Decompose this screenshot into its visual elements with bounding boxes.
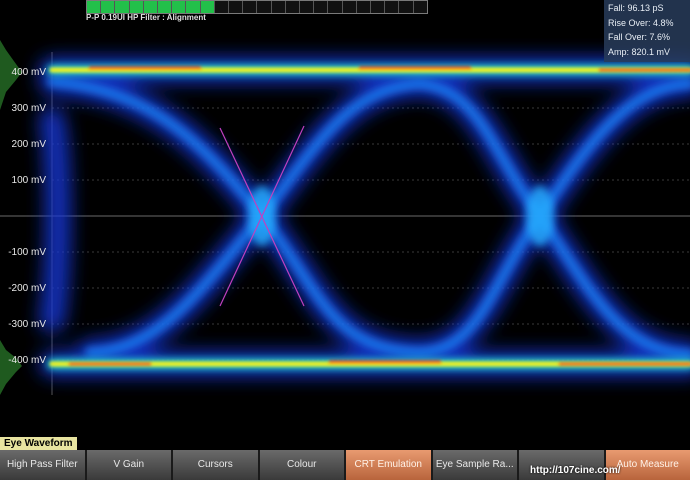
softkey-colour[interactable]: Colour <box>259 450 346 480</box>
measurement-panel: Fall: 96.13 pS Rise Over: 4.8% Fall Over… <box>604 0 690 62</box>
histogram <box>0 40 22 395</box>
y-axis-label: -200 mV <box>8 283 46 294</box>
y-axis-label: -300 mV <box>8 319 46 330</box>
y-axis-label: -100 mV <box>8 247 46 258</box>
y-axis-label: 300 mV <box>11 103 46 114</box>
softkey-high-pass-filter[interactable]: High Pass Filter <box>0 450 87 480</box>
softkey-crt-emulation[interactable]: CRT Emulation <box>346 450 433 480</box>
amplitude-readout: Amp: 820.1 mV <box>608 46 671 57</box>
softkey-cursors[interactable]: Cursors <box>173 450 260 480</box>
status-line: P-P 0.19UI HP Filter : Alignment <box>86 13 206 22</box>
softkey-eye-sample-rate[interactable]: Eye Sample Ra... <box>432 450 519 480</box>
alignment-meter <box>86 0 428 14</box>
waveform-label: Eye Waveform <box>0 437 77 450</box>
y-axis-label: 400 mV <box>11 67 46 78</box>
y-axis-label: 100 mV <box>11 175 46 186</box>
fall-overshoot-readout: Fall Over: 7.6% <box>608 32 671 42</box>
eye-diagram-display <box>0 40 690 395</box>
softkey-v-gain[interactable]: V Gain <box>86 450 173 480</box>
y-axis-label: -400 mV <box>8 355 46 366</box>
fall-time-readout: Fall: 96.13 pS <box>608 3 664 13</box>
rise-overshoot-readout: Rise Over: 4.8% <box>608 17 674 28</box>
y-axis-label: 200 mV <box>11 139 46 150</box>
watermark: http://107cine.com/ <box>530 465 621 476</box>
